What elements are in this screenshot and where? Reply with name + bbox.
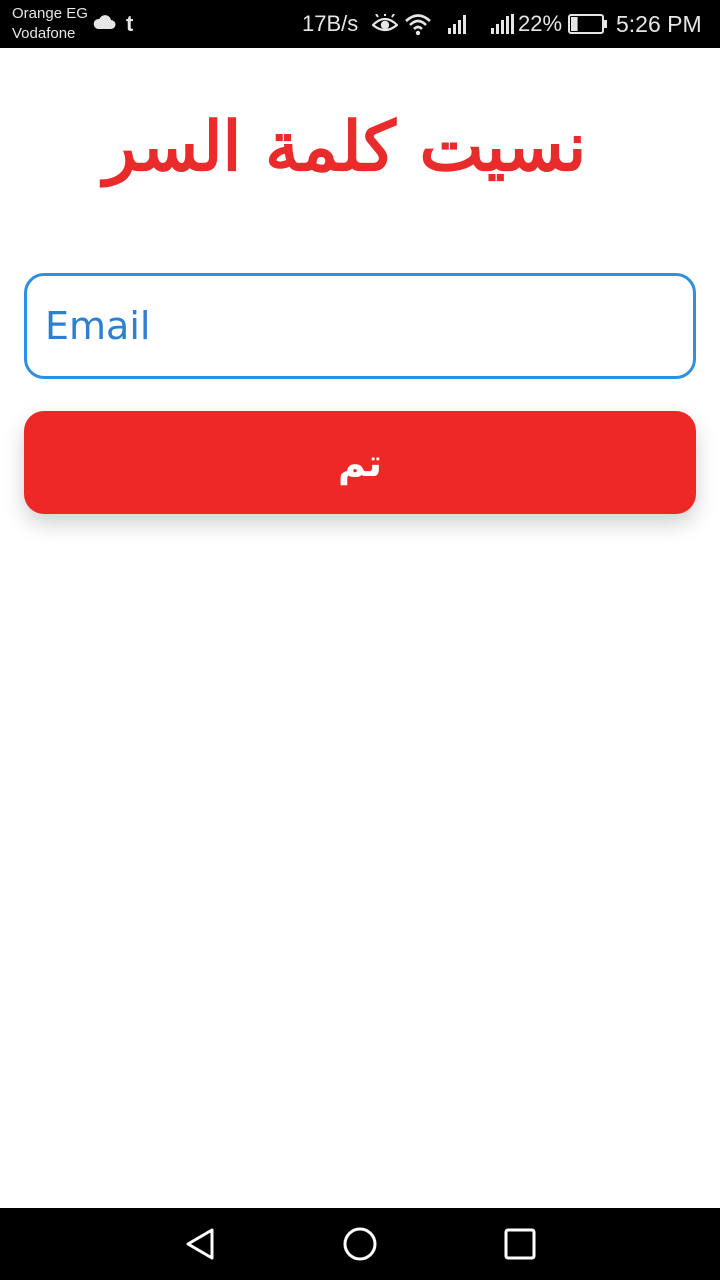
signal-icon (491, 14, 514, 34)
battery-icon (568, 14, 607, 34)
eye-icon (372, 14, 398, 32)
wifi-icon (405, 14, 431, 36)
submit-button[interactable]: تم (24, 411, 696, 514)
tumblr-icon: t (126, 11, 134, 36)
network-speed: 17B/s (302, 11, 359, 36)
clock: 5:26 PM (616, 11, 702, 37)
recents-icon[interactable] (502, 1226, 538, 1262)
email-field[interactable] (24, 273, 696, 379)
carrier-names: Orange EG Vodafone (12, 4, 88, 44)
carrier-1: Orange EG (12, 5, 88, 22)
carrier-2: Vodafone (12, 25, 76, 42)
status-bar: Orange EG Vodafone t 17B/s 22% 5:26 PM (0, 0, 720, 48)
home-icon[interactable] (342, 1226, 378, 1262)
battery-percent: 22% (518, 11, 563, 36)
signal-icon (448, 15, 466, 34)
battery-fill (571, 17, 578, 31)
cloud-icon (93, 15, 116, 29)
navigation-bar (0, 1208, 720, 1280)
page-title: نسيت كلمة السر (103, 107, 587, 187)
back-icon[interactable] (182, 1226, 218, 1262)
